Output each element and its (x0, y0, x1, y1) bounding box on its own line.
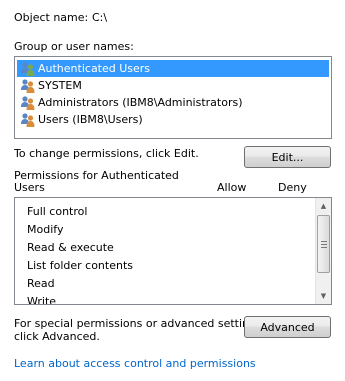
user-group-icon (21, 112, 35, 127)
object-name-value: C:\ (92, 11, 108, 24)
user-group-icon (21, 95, 35, 110)
scroll-up-arrow-icon[interactable]: ▲ (316, 198, 331, 214)
scrollbar-thumb[interactable] (317, 215, 330, 273)
permission-row-list-folder: List folder contents (27, 259, 133, 272)
group-item-users[interactable]: Users (IBM8\Users) (17, 111, 329, 128)
learn-access-control-link[interactable]: Learn about access control and permissio… (14, 357, 256, 370)
user-group-icon (21, 78, 35, 93)
deny-column-header: Deny (278, 181, 307, 194)
group-names-label: Group or user names: (14, 40, 134, 53)
group-item-administrators[interactable]: Administrators (IBM8\Administrators) (17, 94, 329, 111)
permissions-scrollbar[interactable]: ▲ ▼ (315, 198, 331, 304)
permission-row-modify: Modify (27, 223, 64, 236)
group-item-label: Administrators (IBM8\Administrators) (38, 96, 243, 109)
special-permissions-line2: click Advanced. (14, 330, 100, 343)
group-item-label: SYSTEM (38, 79, 82, 92)
scroll-down-arrow-icon[interactable]: ▼ (316, 288, 331, 304)
permission-row-read-execute: Read & execute (27, 241, 114, 254)
permissions-header-line2: Users (14, 181, 45, 194)
grip-icon (320, 240, 327, 248)
permissions-list[interactable]: Full control Modify Read & execute List … (14, 197, 332, 305)
user-group-icon (21, 61, 35, 76)
special-permissions-line1: For special permissions or advanced sett… (14, 317, 266, 330)
group-item-system[interactable]: SYSTEM (17, 77, 329, 94)
edit-button[interactable]: Edit... (244, 146, 331, 168)
permission-row-write: Write (27, 295, 57, 305)
object-name-label: Object name: (14, 11, 89, 24)
permission-row-full-control: Full control (27, 205, 88, 218)
allow-column-header: Allow (217, 181, 247, 194)
group-item-label: Authenticated Users (38, 62, 151, 75)
permission-row-read: Read (27, 277, 55, 290)
advanced-button[interactable]: Advanced (244, 316, 331, 338)
change-permissions-text: To change permissions, click Edit. (14, 147, 199, 160)
group-item-label: Users (IBM8\Users) (38, 113, 143, 126)
group-user-list[interactable]: Authenticated Users SYSTEM Administrator… (14, 56, 332, 139)
group-item-authenticated-users[interactable]: Authenticated Users (17, 60, 329, 77)
